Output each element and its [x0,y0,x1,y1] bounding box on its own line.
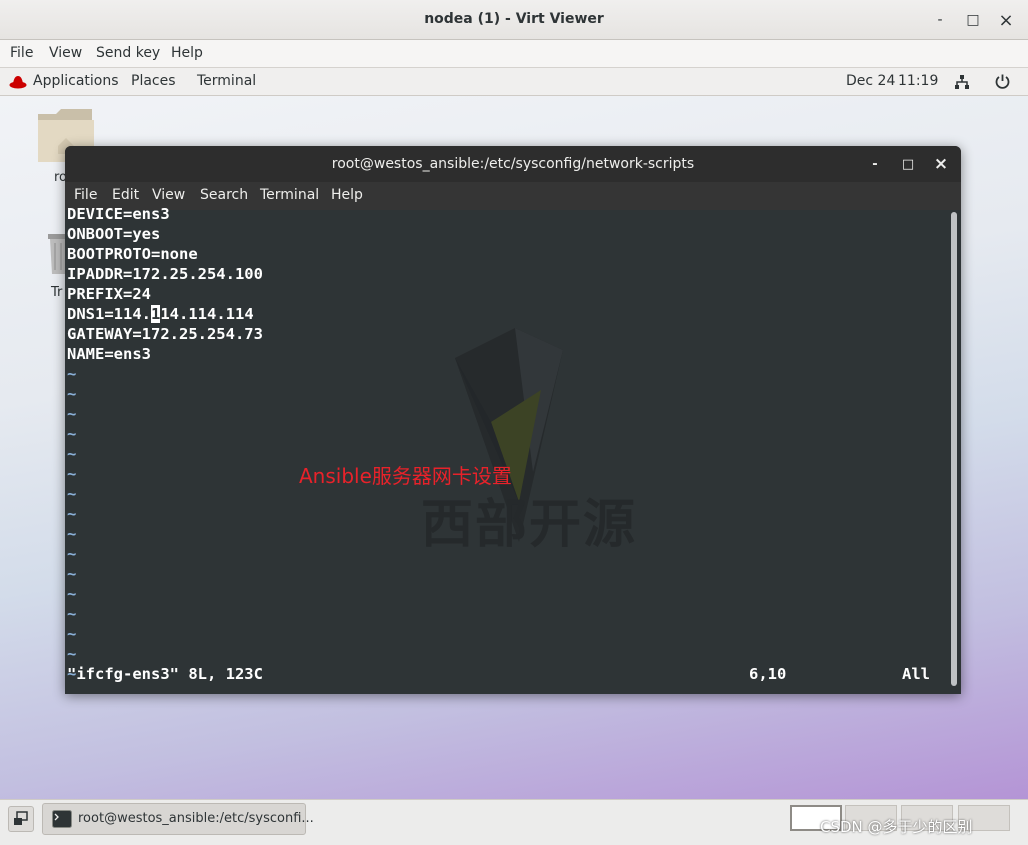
empty-line-marker: ~ [67,625,77,643]
terminal-menu-view[interactable]: View [152,187,185,203]
terminal-titlebar[interactable]: root@westos_ansible:/etc/sysconfig/netwo… [65,146,961,182]
network-icon[interactable] [954,74,970,90]
terminal-menu-help[interactable]: Help [331,187,363,203]
empty-line-marker: ~ [67,425,77,443]
taskbar-terminal-item[interactable]: root@westos_ansible:/etc/sysconfi... [42,803,314,835]
empty-line-marker: ~ [67,365,77,383]
terminal-maximize-button[interactable]: □ [898,154,918,174]
file-line: GATEWAY=172.25.254.73 [67,325,263,343]
empty-line-marker: ~ [67,545,77,563]
empty-line-marker: ~ [67,445,77,463]
file-line: ONBOOT=yes [67,225,161,243]
menu-file[interactable]: File [10,45,33,61]
terminal-app-menu[interactable]: Terminal [197,73,256,89]
cursor-line-prefix: DNS1=114. [67,305,151,323]
terminal-window[interactable]: root@westos_ansible:/etc/sysconfig/netwo… [65,146,961,694]
show-desktop-button[interactable] [8,806,34,832]
file-line-cursor: DNS1=114.114.114.114 [67,304,254,324]
terminal-menu-search[interactable]: Search [200,187,248,203]
empty-line-marker: ~ [67,385,77,403]
file-line: BOOTPROTO=none [67,245,198,263]
watermark-text: 西部开源 [421,495,638,555]
terminal-menu-file[interactable]: File [74,187,97,203]
menu-send-key[interactable]: Send key [96,45,160,61]
csdn-watermark-text: CSDN @多于少的区别 [820,818,973,836]
empty-line-marker: ~ [67,645,77,663]
terminal-icon [52,810,72,828]
empty-line-marker: ~ [67,485,77,503]
file-line: PREFIX=24 [67,285,151,303]
clock-date[interactable]: Dec 24 [846,73,895,89]
trash-label: Tr [51,285,63,300]
annotation-label: Ansible服务器网卡设置 [299,464,512,488]
empty-line-marker: ~ [67,605,77,623]
empty-line-marker: ~ [67,565,77,583]
menu-view[interactable]: View [49,45,82,61]
applications-menu[interactable]: Applications [33,73,119,89]
file-line: NAME=ens3 [67,345,151,363]
maximize-button[interactable]: □ [962,9,984,31]
file-line: IPADDR=172.25.254.100 [67,265,263,283]
minimize-button[interactable]: - [929,9,951,31]
terminal-scrollbar[interactable] [951,212,957,686]
terminal-menubar: File Edit View Search Terminal Help [65,182,961,210]
menu-help[interactable]: Help [171,45,203,61]
viewer-menubar: File View Send key Help [0,40,1028,68]
terminal-menu-edit[interactable]: Edit [112,187,139,203]
empty-line-marker: ~ [67,525,77,543]
empty-line-marker: ~ [67,465,77,483]
text-cursor: 1 [151,305,161,323]
vim-status-position: 6,10 [749,665,787,683]
window-title: nodea (1) - Virt Viewer [424,11,604,27]
taskbar-terminal-label: root@westos_ansible:/etc/sysconfi... [78,811,314,826]
terminal-close-button[interactable]: × [931,154,951,174]
show-desktop-icon [14,811,28,825]
places-menu[interactable]: Places [131,73,176,89]
empty-line-marker: ~ [67,405,77,423]
power-icon[interactable] [994,73,1011,90]
redhat-logo-icon [9,76,27,89]
empty-line-marker: ~ [67,585,77,603]
terminal-minimize-button[interactable]: - [865,154,885,174]
gnome-top-bar: Applications Places Terminal Dec 24 11:1… [0,68,1028,96]
vim-status-scroll: All [902,665,930,683]
terminal-content[interactable]: 西部开源 DEVICE=ens3 ONBOOT=yes BOOTPROTO=no… [65,205,961,694]
viewer-titlebar: nodea (1) - Virt Viewer - □ × [0,0,1028,40]
empty-line-marker: ~ [67,505,77,523]
clock-time[interactable]: 11:19 [898,73,938,89]
terminal-title: root@westos_ansible:/etc/sysconfig/netwo… [331,156,695,172]
guest-display[interactable]: Applications Places Terminal Dec 24 11:1… [0,68,1028,845]
window-list-taskbar: root@westos_ansible:/etc/sysconfi... CSD… [0,799,1028,845]
file-line: DEVICE=ens3 [67,205,170,223]
vim-status-file: "ifcfg-ens3" 8L, 123C [67,665,263,683]
terminal-menu-terminal[interactable]: Terminal [260,187,319,203]
close-button[interactable]: × [995,9,1017,31]
cursor-line-suffix: 14.114.114 [160,305,254,323]
